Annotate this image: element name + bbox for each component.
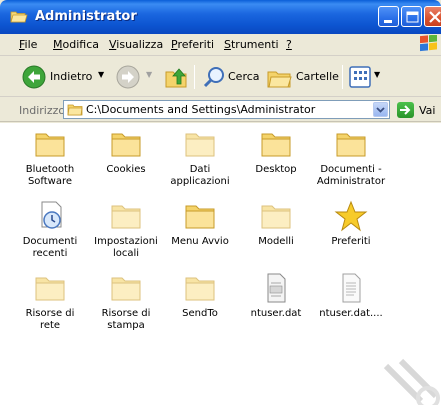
folder-icon	[111, 133, 141, 157]
folder-icon	[261, 133, 291, 157]
views-button[interactable]: ▼	[347, 57, 383, 97]
list-item[interactable]: Cookies	[90, 128, 162, 176]
toolbar: Indietro ▼ ▼ Cerca Cartelle ▼	[0, 57, 441, 97]
address-bar: Indirizzo C:\Documents and Settings\Admi…	[0, 98, 441, 122]
windows-logo-icon	[420, 35, 437, 52]
menu-preferiti[interactable]: Preferiti	[171, 38, 214, 51]
go-button[interactable]	[397, 102, 414, 118]
folder-icon	[185, 205, 215, 229]
list-item[interactable]: Risorse di rete	[14, 272, 86, 332]
list-item[interactable]: Documenti - Administrator	[315, 128, 387, 188]
maximize-icon	[406, 11, 419, 23]
folder-icon	[261, 205, 291, 229]
list-item[interactable]: SendTo	[164, 272, 236, 320]
back-arrow-icon	[22, 65, 46, 89]
list-item[interactable]: Documenti recenti	[14, 200, 86, 260]
menu-file[interactable]: File	[19, 38, 37, 51]
list-item[interactable]: ntuser.dat	[240, 272, 312, 320]
go-label[interactable]: Vai	[419, 104, 435, 117]
toolbar-separator	[194, 65, 195, 89]
folder-icon	[185, 277, 215, 301]
title-bar[interactable]: Administrator	[0, 0, 441, 34]
list-item[interactable]: Dati applicazioni	[164, 128, 236, 188]
list-item[interactable]: Risorse di stampa	[90, 272, 162, 332]
menu-visualizza[interactable]: Visualizza	[109, 38, 163, 51]
list-item[interactable]: ntuser.dat....	[315, 272, 387, 320]
search-label: Cerca	[228, 70, 260, 83]
minimize-button[interactable]	[378, 6, 399, 27]
recent-documents-icon	[41, 201, 62, 229]
address-path: C:\Documents and Settings\Administrator	[86, 103, 316, 116]
folders-label: Cartelle	[296, 70, 339, 83]
address-label: Indirizzo	[19, 104, 66, 117]
folder-icon	[35, 277, 65, 301]
list-item[interactable]: Impostazioni locali	[90, 200, 162, 260]
back-button[interactable]: Indietro ▼	[20, 57, 118, 97]
up-folder-icon[interactable]	[163, 64, 189, 90]
favorites-star-icon	[334, 200, 368, 232]
folder-icon	[111, 205, 141, 229]
folder-icon	[185, 133, 215, 157]
menu-bar: File Modifica Visualizza Preferiti Strum…	[0, 34, 441, 56]
folder-icon	[111, 277, 141, 301]
views-dropdown-icon[interactable]: ▼	[374, 70, 380, 79]
list-item[interactable]: Bluetooth Software	[14, 128, 86, 188]
folder-icon	[336, 133, 366, 157]
window-title: Administrator	[35, 9, 137, 24]
forward-dropdown-icon[interactable]: ▼	[146, 70, 152, 79]
toolbar-separator	[342, 65, 343, 89]
address-dropdown-button[interactable]	[373, 102, 388, 117]
back-dropdown-icon[interactable]: ▼	[98, 70, 104, 79]
back-label: Indietro	[50, 70, 93, 83]
folders-icon	[267, 71, 292, 88]
list-item[interactable]: Desktop	[240, 128, 312, 176]
address-input[interactable]: C:\Documents and Settings\Administrator	[63, 100, 390, 119]
go-arrow-icon	[400, 105, 411, 115]
close-button[interactable]	[424, 6, 441, 27]
list-item[interactable]: Preferiti	[315, 200, 387, 248]
folder-icon	[35, 133, 65, 157]
forward-arrow-icon	[116, 65, 140, 89]
watermark-logo	[383, 358, 440, 405]
folder-open-icon	[10, 11, 28, 23]
menu-modifica[interactable]: Modifica	[53, 38, 99, 51]
close-icon	[429, 11, 441, 23]
chevron-down-icon	[376, 107, 385, 113]
text-file-icon	[342, 273, 361, 303]
maximize-button[interactable]	[401, 6, 422, 27]
menu-help[interactable]: ?	[286, 38, 292, 51]
dat-file-icon	[267, 273, 286, 303]
views-icon	[349, 66, 371, 88]
forward-button[interactable]: ▼	[113, 57, 157, 97]
minimize-icon	[384, 20, 392, 23]
list-item[interactable]: Menu Avvio	[164, 200, 236, 248]
folder-icon	[67, 104, 83, 116]
list-item[interactable]: Modelli	[240, 200, 312, 248]
search-button[interactable]: Cerca	[200, 57, 260, 97]
folders-button[interactable]: Cartelle	[264, 57, 340, 97]
explorer-window: Administrator File Modifica Visualizza P…	[0, 0, 441, 405]
menu-strumenti[interactable]: Strumenti	[224, 38, 279, 51]
search-icon	[203, 67, 224, 88]
